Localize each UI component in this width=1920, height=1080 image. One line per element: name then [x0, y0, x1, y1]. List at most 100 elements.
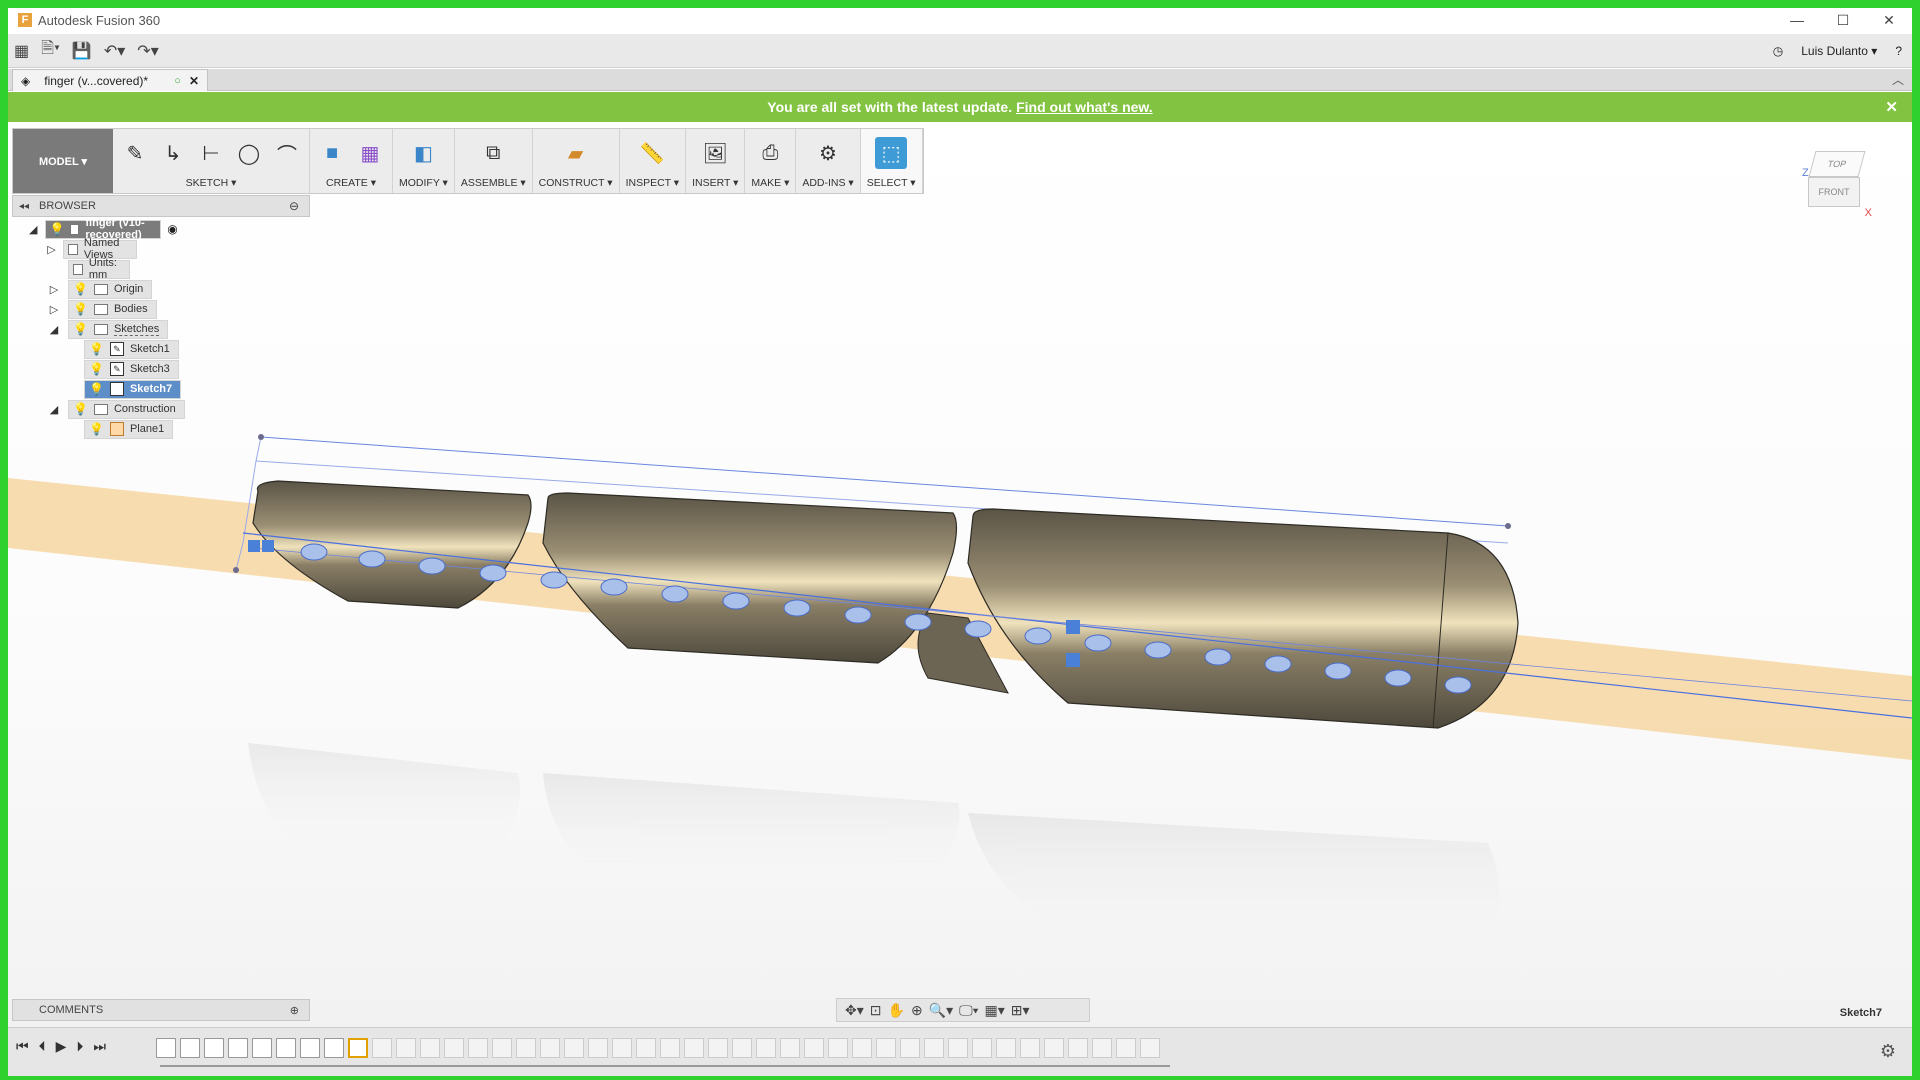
extrude-box-icon[interactable]: ■ — [316, 137, 348, 169]
timeline-feature[interactable] — [828, 1038, 848, 1058]
toolbar-group-sketch[interactable]: ✎ ↳ ⊢ ◯ ⌒ SKETCH ▾ — [113, 129, 310, 193]
tree-node[interactable]: 💡 finger (v10-recovered) — [44, 217, 162, 241]
browser-panel-header[interactable]: ◂◂ BROWSER ⊖ — [12, 195, 310, 217]
timeline-feature[interactable] — [708, 1038, 728, 1058]
tree-row-plane1[interactable]: 💡 Plane1 — [84, 419, 174, 439]
step-back-icon[interactable]: ⏴ — [39, 1038, 46, 1055]
timeline-feature[interactable] — [372, 1038, 392, 1058]
timeline-feature[interactable] — [564, 1038, 584, 1058]
undo-icon[interactable]: ↶▾ — [98, 38, 131, 64]
timeline-feature[interactable] — [444, 1038, 464, 1058]
tree-row-bodies[interactable]: ▷ 💡 Bodies — [46, 299, 157, 319]
data-panel-grid-icon[interactable]: ▦ — [8, 38, 35, 64]
orbit-icon[interactable]: ✥▾ — [845, 1002, 864, 1019]
timeline-feature-shell[interactable] — [300, 1038, 320, 1058]
toolbar-group-assemble[interactable]: ⧉ ASSEMBLE ▾ — [455, 129, 533, 193]
timeline-feature[interactable] — [1092, 1038, 1112, 1058]
grid-snaps-icon[interactable]: ▦▾ — [985, 1002, 1005, 1019]
timeline-feature-extrude[interactable] — [180, 1038, 200, 1058]
toolbar-group-modify[interactable]: ◧ MODIFY ▾ — [393, 129, 455, 193]
collapsed-triangle-icon[interactable]: ▷ — [46, 281, 62, 297]
toolbar-group-select[interactable]: ⬚ SELECT ▾ — [860, 129, 923, 193]
timeline-feature[interactable] — [420, 1038, 440, 1058]
visibility-bulb-icon[interactable]: 💡 — [89, 382, 104, 396]
timeline-feature-extrude[interactable] — [228, 1038, 248, 1058]
save-icon[interactable]: 💾 — [66, 38, 98, 64]
timeline-feature[interactable] — [876, 1038, 896, 1058]
play-icon[interactable]: ▶ — [56, 1038, 67, 1055]
tree-row-origin[interactable]: ▷ 💡 Origin — [46, 279, 153, 299]
go-to-start-icon[interactable]: ⏮ — [16, 1038, 29, 1055]
timeline-feature-fillet[interactable] — [276, 1038, 296, 1058]
go-to-end-icon[interactable]: ⏭ — [93, 1038, 106, 1055]
toolbar-group-insert[interactable]: 🖼 INSERT ▾ — [686, 129, 746, 193]
tree-row-sketch3[interactable]: 💡 ✎ Sketch3 — [84, 359, 179, 379]
tree-row-units[interactable]: Units: mm — [68, 257, 131, 281]
timeline-feature[interactable] — [636, 1038, 656, 1058]
measure-ruler-icon[interactable]: 📏 — [636, 137, 668, 169]
workspace-switcher[interactable]: MODEL ▾ — [13, 129, 113, 193]
toolbar-group-make[interactable]: ⎙ MAKE ▾ — [745, 129, 797, 193]
tree-node[interactable]: 💡 Bodies — [68, 299, 157, 319]
comments-panel-header[interactable]: COMMENTS ⊕ — [12, 999, 310, 1021]
collapsed-triangle-icon[interactable]: ▷ — [46, 301, 62, 317]
redo-icon[interactable]: ↷▾ — [131, 38, 164, 64]
close-tab-icon[interactable]: ✕ — [189, 74, 199, 88]
user-menu[interactable]: Luis Dulanto ▾ — [1801, 44, 1877, 58]
minimize-icon[interactable]: — — [1774, 8, 1820, 32]
timeline-feature[interactable] — [516, 1038, 536, 1058]
expanded-triangle-icon[interactable]: ◢ — [46, 321, 62, 337]
timeline-feature[interactable] — [924, 1038, 944, 1058]
3d-print-icon[interactable]: ⎙ — [754, 137, 786, 169]
toolbar-group-create[interactable]: ■ ▦ CREATE ▾ — [310, 129, 393, 193]
timeline-feature[interactable] — [492, 1038, 512, 1058]
add-comment-icon[interactable]: ⊕ — [290, 1004, 299, 1017]
close-banner-icon[interactable]: ✕ — [1885, 98, 1898, 116]
collapse-panel-icon[interactable]: ◂◂ — [19, 201, 29, 212]
canvas-viewport[interactable]: MODEL ▾ ✎ ↳ ⊢ ◯ ⌒ SKETCH ▾ ■ ▦ CREATE ▾ — [8, 123, 1912, 1027]
circle-icon[interactable]: ◯ — [233, 137, 265, 169]
form-grid-icon[interactable]: ▦ — [354, 137, 386, 169]
look-at-icon[interactable]: ⊡ — [870, 1002, 882, 1019]
timeline-slider[interactable] — [160, 1065, 1170, 1067]
timeline-feature[interactable] — [1140, 1038, 1160, 1058]
offset-plane-icon[interactable]: ▰ — [560, 137, 592, 169]
timeline-feature[interactable] — [972, 1038, 992, 1058]
close-window-icon[interactable]: ✕ — [1866, 8, 1912, 32]
help-icon[interactable]: ? — [1895, 44, 1902, 58]
insert-image-icon[interactable]: 🖼 — [699, 137, 731, 169]
collapsed-triangle-icon[interactable]: ▷ — [46, 241, 57, 257]
tree-row-sketch7[interactable]: 💡 ✎ Sketch7 — [84, 379, 182, 399]
viewcube[interactable]: TOP FRONT Z X — [1802, 151, 1872, 231]
select-cursor-icon[interactable]: ⬚ — [875, 137, 908, 169]
fit-zoom-icon[interactable]: 🔍▾ — [929, 1002, 953, 1019]
visibility-bulb-icon[interactable]: 💡 — [73, 302, 88, 316]
timeline-feature[interactable] — [396, 1038, 416, 1058]
timeline-feature[interactable] — [948, 1038, 968, 1058]
timeline-feature[interactable] — [612, 1038, 632, 1058]
timeline-feature[interactable] — [996, 1038, 1016, 1058]
tree-row-root[interactable]: ◢ 💡 finger (v10-recovered) ◉ — [28, 217, 178, 241]
viewcube-top-face[interactable]: TOP — [1808, 151, 1866, 177]
visibility-bulb-icon[interactable]: 💡 — [50, 222, 65, 236]
expanded-triangle-icon[interactable]: ◢ — [46, 401, 62, 417]
browser-pin-icon[interactable]: ⊖ — [289, 199, 299, 213]
press-pull-icon[interactable]: ◧ — [407, 137, 439, 169]
timeline-feature-sketch[interactable] — [156, 1038, 176, 1058]
create-sketch-icon[interactable]: ✎ — [119, 137, 151, 169]
viewcube-front-face[interactable]: FRONT — [1808, 177, 1860, 207]
expanded-triangle-icon[interactable]: ◢ — [28, 221, 39, 237]
line-icon[interactable]: ↳ — [157, 137, 189, 169]
step-forward-icon[interactable]: ⏵ — [76, 1038, 83, 1055]
tree-node[interactable]: 💡 Sketches — [68, 319, 169, 339]
timeline-feature[interactable] — [588, 1038, 608, 1058]
timeline-feature[interactable] — [1044, 1038, 1064, 1058]
timeline-feature[interactable] — [852, 1038, 872, 1058]
visibility-bulb-icon[interactable]: 💡 — [73, 402, 88, 416]
tree-node[interactable]: 💡 ✎ Sketch1 — [84, 339, 179, 359]
toolbar-group-addins[interactable]: ⚙ ADD-INS ▾ — [796, 129, 861, 193]
visibility-bulb-icon[interactable]: 💡 — [73, 282, 88, 296]
toolbar-group-construct[interactable]: ▰ CONSTRUCT ▾ — [533, 129, 620, 193]
timeline-feature[interactable] — [468, 1038, 488, 1058]
file-menu-icon[interactable]: 🗎▾ — [35, 38, 66, 64]
